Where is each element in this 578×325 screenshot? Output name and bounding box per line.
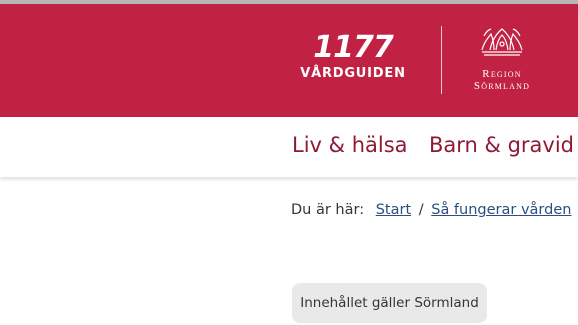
logo-number: 1177 [313, 30, 394, 65]
region-name-line2: Sörmland [473, 80, 531, 92]
breadcrumb-link-sa-fungerar-varden[interactable]: Så fungerar vården [431, 202, 571, 218]
region-crown-icon [481, 28, 523, 56]
main-navigation: Liv & hälsa Barn & gravid [0, 117, 578, 177]
1177-vardguiden-logo[interactable]: 1177 VÅRDGUIDEN [292, 33, 414, 89]
logo-subtitle: VÅRDGUIDEN [300, 66, 406, 81]
breadcrumb-prefix: Du är här: [291, 202, 365, 218]
nav-item-barn-gravid[interactable]: Barn & gravid [429, 133, 574, 157]
region-scope-badge: Innehållet gäller Sörmland [292, 283, 487, 323]
site-header: 1177 VÅRDGUIDEN Region Sörmland [0, 4, 578, 117]
logo-divider [441, 26, 442, 94]
region-name-line1: Region [482, 68, 522, 80]
region-sormland-logo[interactable]: Region Sörmland [462, 26, 542, 96]
breadcrumb-separator: / [418, 202, 424, 218]
page: 1177 VÅRDGUIDEN Region Sörmland Liv & hä… [0, 0, 578, 325]
breadcrumb: Du är här: Start / Så fungerar vården / [291, 202, 578, 218]
nav-item-liv-halsa[interactable]: Liv & hälsa [292, 133, 408, 157]
breadcrumb-link-start[interactable]: Start [376, 202, 411, 218]
